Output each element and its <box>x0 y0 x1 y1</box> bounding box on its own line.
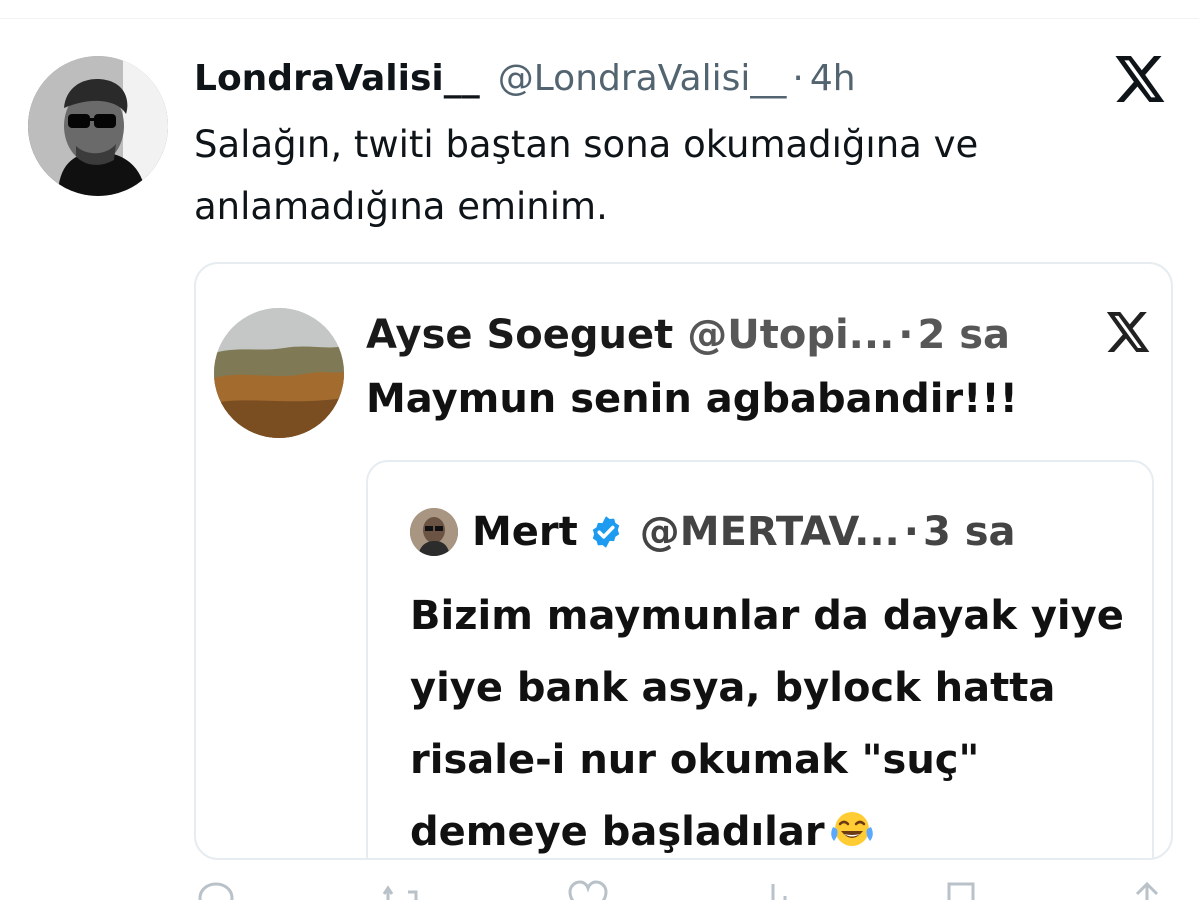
bookmark-button[interactable] <box>939 880 983 900</box>
views-button[interactable] <box>753 880 797 900</box>
views-icon <box>771 884 787 900</box>
meta-separator: · <box>792 57 804 99</box>
tears-of-joy-emoji-icon <box>830 812 873 846</box>
profile-photo-icon <box>410 508 458 556</box>
nested-meta-separator: · <box>903 509 919 555</box>
like-button[interactable] <box>566 880 610 900</box>
quoted-author-name[interactable]: Ayse Soeguet <box>366 312 673 358</box>
forest-photo-icon <box>214 308 344 438</box>
share-button[interactable] <box>1125 880 1169 900</box>
like-icon <box>568 880 608 900</box>
quoted-tweet-text: Maymun senin agbabandir!!! <box>366 376 1018 422</box>
retweet-button[interactable] <box>380 880 424 900</box>
share-icon <box>1135 881 1158 900</box>
tweet-header: LondraValisi__ @LondraValisi__ · 4h <box>194 54 856 102</box>
tweet-action-bar <box>194 880 1169 900</box>
quoted-tweet-card[interactable]: Ayse Soeguet @Utopi... · 2 sa Maymun sen… <box>194 262 1173 860</box>
quoted-tweet-time[interactable]: 2 sa <box>917 312 1010 358</box>
nested-author-avatar[interactable] <box>410 508 458 556</box>
tweet-text: Salağın, twiti baştan sona okumadığına v… <box>194 123 979 228</box>
quoted-author-avatar[interactable] <box>214 308 344 438</box>
nested-quote-text: Bizim maymunlar da dayak yiye yiye bank … <box>410 593 1124 855</box>
author-handle[interactable]: @LondraValisi__ <box>498 58 787 99</box>
profile-photo-icon <box>28 56 168 196</box>
reply-button[interactable] <box>194 880 238 900</box>
reply-icon <box>198 882 234 900</box>
nested-author-name[interactable]: Mert <box>472 509 578 555</box>
retweet-icon <box>382 885 418 900</box>
nested-tweet-time[interactable]: 3 sa <box>923 509 1016 555</box>
author-avatar[interactable] <box>28 56 168 196</box>
quoted-meta-separator: · <box>898 312 914 358</box>
verified-badge-icon <box>592 516 619 548</box>
nested-quote-card[interactable]: Mert @MERTAV... · 3 sa Bizim maymunlar d… <box>366 460 1154 858</box>
x-logo-icon[interactable] <box>1106 312 1152 352</box>
quoted-author-handle[interactable]: @Utopi... <box>687 312 894 358</box>
x-logo-icon[interactable] <box>1114 56 1168 102</box>
nested-author-handle[interactable]: @MERTAV... <box>640 509 900 555</box>
tweet-time[interactable]: 4h <box>810 58 856 99</box>
quoted-tweet-header: Ayse Soeguet @Utopi... · 2 sa <box>366 308 1010 362</box>
nested-quote-body: Bizim maymunlar da dayak yiye yiye bank … <box>410 580 1130 858</box>
author-name[interactable]: LondraValisi__ <box>194 58 480 99</box>
top-divider <box>0 18 1199 19</box>
nested-quote-header: Mert @MERTAV... · 3 sa <box>410 508 1016 556</box>
bookmark-icon <box>947 882 975 900</box>
